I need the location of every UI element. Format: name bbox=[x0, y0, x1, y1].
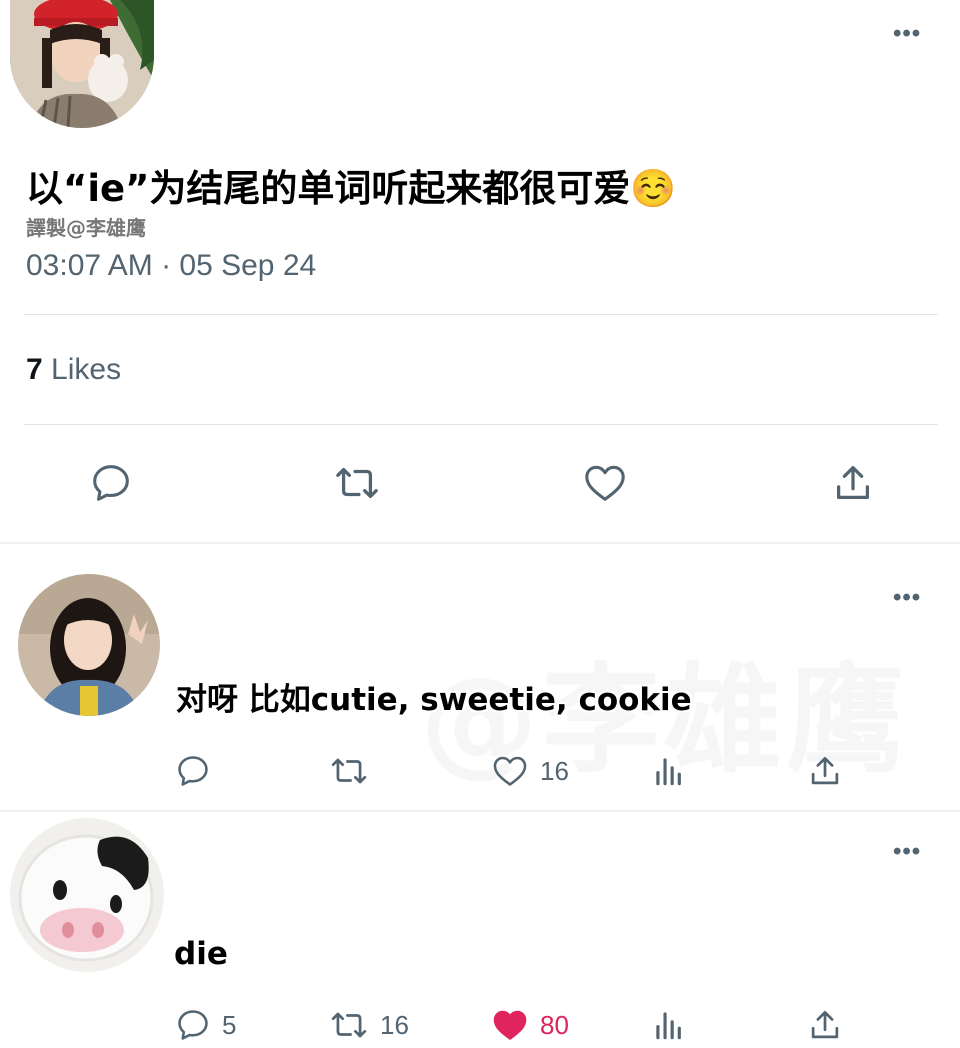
likes-count: 7 bbox=[26, 353, 43, 386]
views-icon[interactable] bbox=[650, 752, 688, 790]
like-icon[interactable] bbox=[581, 460, 629, 506]
like-count: 80 bbox=[540, 1010, 569, 1040]
tweet-timestamp[interactable]: 03:07 AM · 05 Sep 24 bbox=[26, 248, 316, 284]
tweet-credit: 譯製@李雄鹰 bbox=[26, 216, 146, 240]
like-icon-filled[interactable] bbox=[490, 1006, 530, 1044]
views-icon[interactable] bbox=[650, 1006, 688, 1044]
section-separator bbox=[0, 810, 960, 812]
reply-avatar[interactable] bbox=[18, 574, 160, 716]
like-count: 16 bbox=[540, 756, 569, 786]
reply-avatar-image bbox=[18, 574, 160, 716]
reply-icon[interactable] bbox=[88, 460, 134, 506]
tweet-text: 以“ie”为结尾的单词听起来都很可爱☺️ bbox=[26, 167, 677, 210]
likes-stat[interactable]: 7 Likes bbox=[26, 352, 121, 388]
divider bbox=[24, 424, 938, 425]
section-separator bbox=[0, 542, 960, 544]
reply-icon[interactable] bbox=[174, 1006, 212, 1044]
more-icon[interactable]: ••• bbox=[893, 22, 921, 46]
more-icon[interactable]: ••• bbox=[893, 586, 921, 610]
like-icon[interactable] bbox=[490, 752, 530, 790]
reply-avatar[interactable] bbox=[10, 818, 164, 972]
share-icon[interactable] bbox=[806, 1006, 844, 1044]
retweet-count: 16 bbox=[380, 1010, 409, 1040]
cow-avatar-image bbox=[10, 818, 164, 972]
reply-count: 5 bbox=[222, 1010, 237, 1040]
retweet-icon[interactable] bbox=[328, 752, 370, 790]
reply-text: die bbox=[174, 936, 228, 972]
divider bbox=[24, 314, 938, 315]
reply-icon[interactable] bbox=[174, 752, 212, 790]
reply-text: 对呀 比如cutie, sweetie, cookie bbox=[176, 682, 692, 718]
more-icon[interactable]: ••• bbox=[893, 840, 921, 864]
author-avatar[interactable] bbox=[10, 0, 154, 128]
share-icon[interactable] bbox=[830, 460, 876, 506]
retweet-icon[interactable] bbox=[328, 1006, 370, 1044]
author-avatar-image bbox=[10, 0, 154, 128]
retweet-icon[interactable] bbox=[332, 460, 382, 506]
likes-label: Likes bbox=[51, 353, 122, 386]
share-icon[interactable] bbox=[806, 752, 844, 790]
